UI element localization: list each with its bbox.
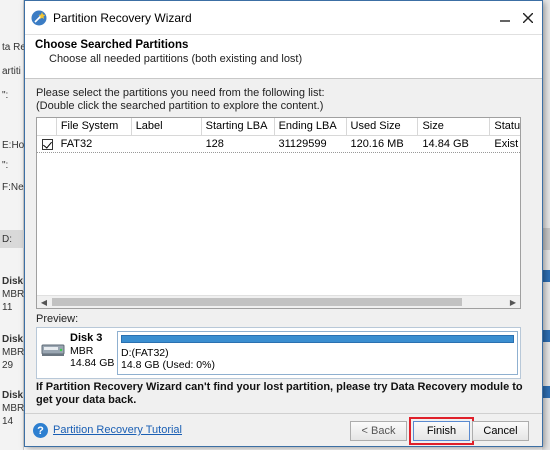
horizontal-scrollbar[interactable]: ◀ ▶ — [37, 295, 520, 308]
bg-fragment: F:Ne — [2, 182, 24, 193]
bg-fragment: MBR — [2, 347, 25, 358]
background-left-panel: ta Reco artiti ": E:Ho ": F:Ne D: Disk M… — [0, 0, 36, 450]
wizard-footer: ? Partition Recovery Tutorial < Back Fin… — [25, 413, 542, 446]
column-header[interactable]: Label — [132, 118, 202, 135]
window-minimize-icon — [500, 20, 510, 22]
bg-fragment: artiti — [2, 66, 21, 77]
bg-fragment: Disk — [2, 334, 24, 345]
table-row[interactable]: FAT32 128 31129599 120.16 MB 14.84 GB Ex… — [37, 136, 520, 153]
wizard-content: Please select the partitions you need fr… — [36, 87, 531, 406]
finish-button[interactable]: Finish — [413, 421, 470, 441]
instruction-line-2: (Double click the searched partition to … — [36, 100, 324, 112]
wizard-wand-icon — [31, 10, 47, 25]
partition-block[interactable]: D:(FAT32) 14.8 GB (Used: 0%) — [117, 331, 518, 375]
back-button[interactable]: < Back — [350, 421, 407, 441]
scroll-right-icon[interactable]: ▶ — [506, 296, 520, 308]
column-header[interactable]: Used Size — [347, 118, 419, 135]
cell-used-size: 120.16 MB — [350, 138, 404, 150]
disk-preview: Disk 3 MBR 14.84 GB D:(FAT32) 14.8 GB (U… — [36, 327, 521, 379]
column-header[interactable]: Statu — [490, 118, 520, 135]
bg-fragment: 11 — [2, 302, 13, 313]
disk-name: Disk 3 — [70, 332, 103, 344]
cell-file-system: FAT32 — [60, 138, 93, 150]
partition-recovery-dialog: Partition Recovery Wizard Choose Searche… — [24, 0, 543, 447]
bg-fragment: MBR — [2, 403, 25, 414]
tutorial-link[interactable]: Partition Recovery Tutorial — [53, 424, 182, 436]
bg-fragment: ": — [2, 160, 9, 171]
cancel-button[interactable]: Cancel — [472, 421, 529, 441]
bg-fragment: MBR — [2, 289, 25, 300]
disk-size: 14.84 GB — [70, 357, 115, 369]
background-right-panel — [542, 0, 550, 450]
column-header[interactable]: File System — [57, 118, 132, 135]
bg-fragment: Disk — [2, 390, 24, 401]
close-button[interactable] — [519, 9, 537, 27]
preview-label: Preview: — [36, 313, 79, 325]
wizard-header: Choose Searched Partitions Choose all ne… — [25, 35, 542, 79]
column-header[interactable]: Size — [418, 118, 491, 135]
bg-right-segment — [542, 228, 550, 250]
scroll-left-icon[interactable]: ◀ — [37, 296, 51, 308]
cell-size: 14.84 GB — [422, 138, 469, 150]
checkbox-column-header[interactable] — [37, 118, 57, 135]
bg-fragment: D: — [2, 234, 12, 245]
partition-name: D:(FAT32) — [121, 347, 169, 359]
bg-fragment: 29 — [2, 360, 14, 371]
title-bar: Partition Recovery Wizard — [25, 1, 542, 35]
window-title: Partition Recovery Wizard — [53, 10, 192, 25]
partition-detail: 14.8 GB (Used: 0%) — [121, 359, 215, 371]
row-checkbox-cell — [37, 138, 57, 150]
disk-drive-icon — [41, 344, 65, 356]
bg-right-segment — [542, 270, 550, 282]
bg-right-segment — [542, 386, 550, 398]
bg-right-segment — [542, 330, 550, 342]
disk-type: MBR — [70, 345, 94, 357]
help-icon[interactable]: ? — [33, 423, 48, 438]
bg-fragment: 14 — [2, 416, 14, 427]
cell-ending-lba: 31129599 — [278, 138, 327, 150]
cell-starting-lba: 128 — [205, 138, 224, 150]
step-title: Choose Searched Partitions — [35, 39, 189, 51]
data-recovery-note: If Partition Recovery Wizard can't find … — [36, 381, 523, 406]
table-header: File System Label Starting LBA Ending LB… — [37, 118, 520, 136]
column-header[interactable]: Starting LBA — [202, 118, 275, 135]
step-subtitle: Choose all needed partitions (both exist… — [49, 53, 303, 65]
window-close-icon — [523, 13, 533, 23]
minimize-button[interactable] — [496, 9, 514, 27]
scrollbar-thumb[interactable] — [52, 298, 462, 306]
bg-fragment: Disk — [2, 276, 24, 287]
column-header[interactable]: Ending LBA — [275, 118, 347, 135]
partition-list[interactable]: File System Label Starting LBA Ending LB… — [36, 117, 521, 309]
cell-status: Exist — [494, 138, 519, 150]
bg-fragment: ": — [2, 90, 9, 101]
bg-fragment: E:Ho — [2, 140, 25, 151]
partition-checkbox[interactable] — [42, 138, 53, 150]
instruction-line-1: Please select the partitions you need fr… — [36, 87, 325, 99]
partition-usage-bar — [121, 335, 514, 343]
